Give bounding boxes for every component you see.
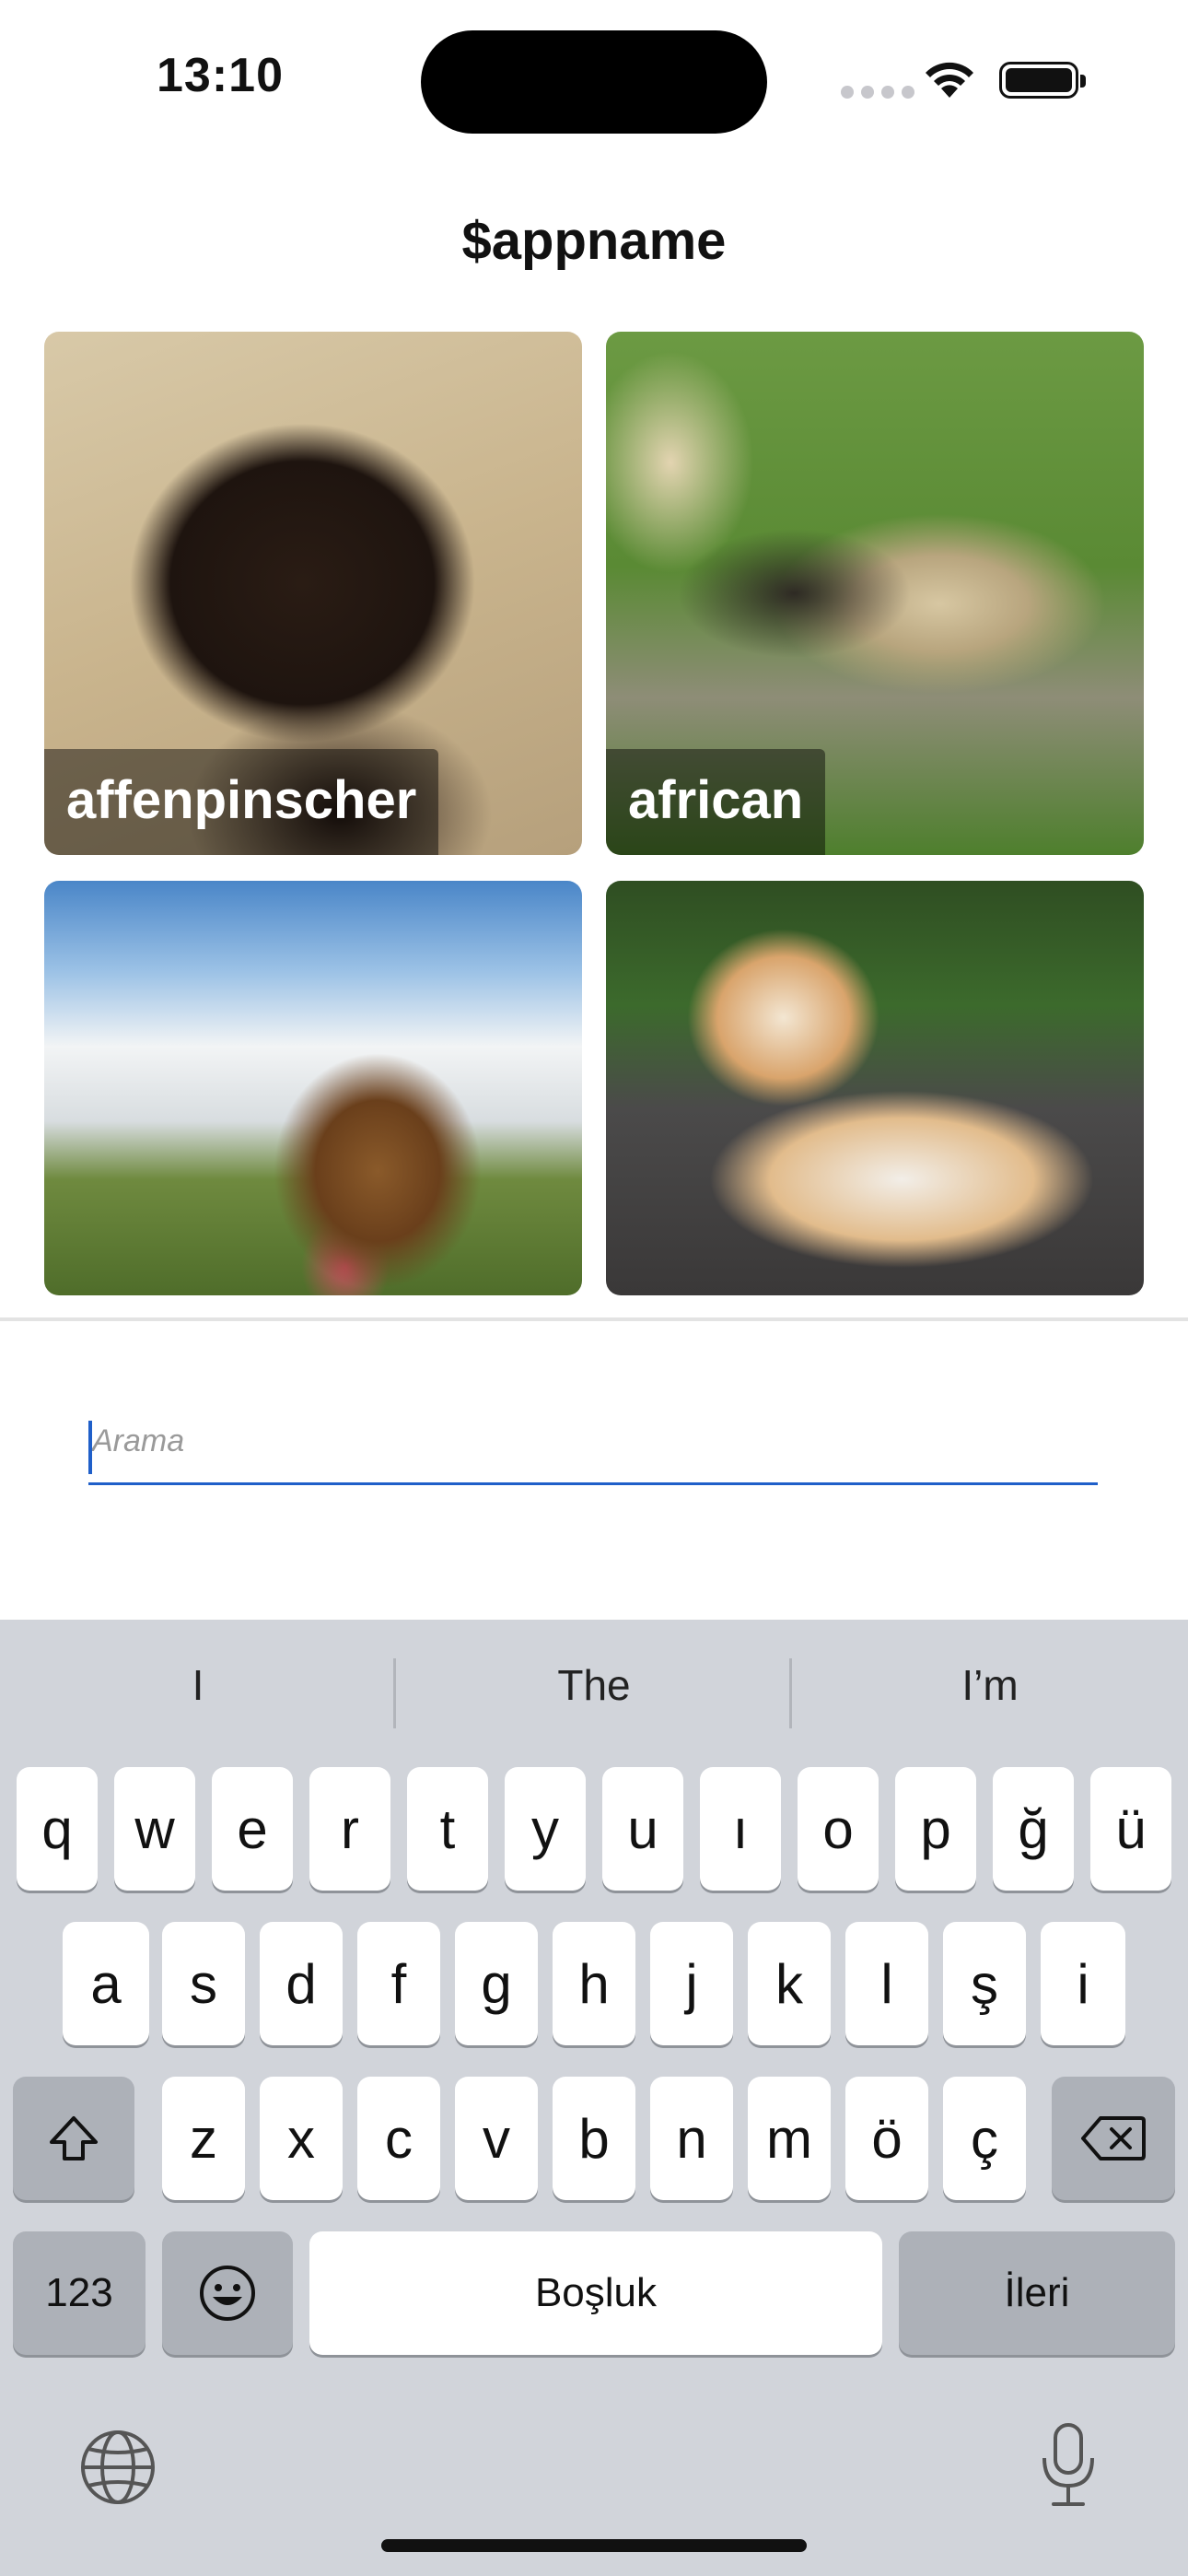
- key-u-umlaut[interactable]: ü: [1090, 1767, 1171, 1891]
- shift-icon: [50, 2116, 98, 2160]
- key-x[interactable]: x: [260, 2077, 343, 2200]
- key-n[interactable]: n: [650, 2077, 733, 2200]
- key-s[interactable]: s: [162, 1922, 245, 2045]
- key-a[interactable]: a: [63, 1922, 149, 2045]
- suggestion-item[interactable]: I: [0, 1660, 396, 1710]
- breed-label: affenpinscher: [44, 749, 439, 855]
- keyboard: I The I’m q w e r t y u ı o p ğ ü a s d …: [0, 1620, 1188, 2576]
- breed-label: african: [606, 749, 826, 855]
- key-y[interactable]: y: [505, 1767, 586, 1891]
- key-k[interactable]: k: [748, 1922, 831, 2045]
- microphone-icon[interactable]: [1039, 2421, 1098, 2510]
- dynamic-island: [421, 30, 767, 134]
- key-f[interactable]: f: [357, 1922, 440, 2045]
- key-i[interactable]: i: [1041, 1922, 1125, 2045]
- cellular-signal-icon: [841, 86, 914, 99]
- key-g[interactable]: g: [455, 1922, 538, 2045]
- key-c-cedilla[interactable]: ç: [943, 2077, 1026, 2200]
- key-z[interactable]: z: [162, 2077, 245, 2200]
- suggestion-item[interactable]: I’m: [792, 1660, 1188, 1710]
- wifi-icon: [926, 62, 973, 98]
- key-c[interactable]: c: [357, 2077, 440, 2200]
- search-field[interactable]: [88, 1400, 1098, 1485]
- delete-key[interactable]: [1052, 2077, 1175, 2200]
- space-key[interactable]: Boşluk: [309, 2231, 882, 2355]
- key-h[interactable]: h: [553, 1922, 635, 2045]
- key-e[interactable]: e: [212, 1767, 293, 1891]
- key-o-umlaut[interactable]: ö: [845, 2077, 928, 2200]
- emoji-icon: [200, 2266, 255, 2321]
- key-d[interactable]: d: [260, 1922, 343, 2045]
- breed-card-akita-photo[interactable]: [606, 881, 1144, 1295]
- key-u[interactable]: u: [602, 1767, 683, 1891]
- suggestion-bar: I The I’m: [0, 1620, 1188, 1767]
- globe-icon[interactable]: [79, 2429, 157, 2506]
- text-cursor: [88, 1421, 92, 1474]
- numbers-key[interactable]: 123: [13, 2231, 146, 2355]
- status-bar: 13:10: [0, 0, 1188, 157]
- key-r[interactable]: r: [309, 1767, 390, 1891]
- key-w[interactable]: w: [114, 1767, 195, 1891]
- key-g-breve[interactable]: ğ: [993, 1767, 1074, 1891]
- home-indicator: [381, 2539, 807, 2552]
- key-l[interactable]: l: [845, 1922, 928, 2045]
- key-t[interactable]: t: [407, 1767, 488, 1891]
- key-dotless-i[interactable]: ı: [700, 1767, 781, 1891]
- key-j[interactable]: j: [650, 1922, 733, 2045]
- suggestion-item[interactable]: The: [396, 1660, 792, 1710]
- search-input[interactable]: [88, 1400, 1098, 1485]
- key-o[interactable]: o: [798, 1767, 879, 1891]
- key-q[interactable]: q: [17, 1767, 98, 1891]
- key-v[interactable]: v: [455, 2077, 538, 2200]
- backspace-icon: [1081, 2116, 1146, 2160]
- return-key[interactable]: İleri: [899, 2231, 1175, 2355]
- key-b[interactable]: b: [553, 2077, 635, 2200]
- divider: [0, 1317, 1188, 1321]
- key-m[interactable]: m: [748, 2077, 831, 2200]
- breed-card-african[interactable]: african: [606, 332, 1144, 855]
- breed-card-affenpinscher[interactable]: affenpinscher: [44, 332, 582, 855]
- key-p[interactable]: p: [895, 1767, 976, 1891]
- key-s-cedilla[interactable]: ş: [943, 1922, 1026, 2045]
- breed-card-airedale-photo[interactable]: [44, 881, 582, 1295]
- battery-icon: [999, 62, 1086, 99]
- shift-key[interactable]: [13, 2077, 134, 2200]
- page-title: $appname: [461, 211, 727, 271]
- breed-grid[interactable]: affenpinscher african: [44, 332, 1144, 1295]
- status-time: 13:10: [157, 49, 284, 102]
- emoji-key[interactable]: [162, 2231, 293, 2355]
